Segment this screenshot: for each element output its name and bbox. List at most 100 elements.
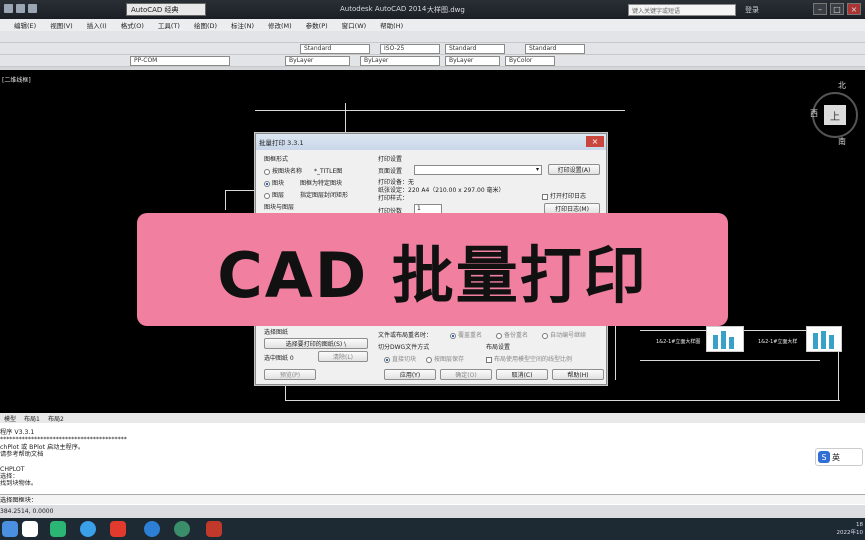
command-input[interactable]: 选择图框块： [0,494,865,504]
frame-sep-label: 图块与图层 [264,204,295,211]
menu-window[interactable]: 窗口(W) [342,20,367,30]
menu-tools[interactable]: 工具(T) [158,20,180,30]
file-name: 大样图.dwg [427,6,465,14]
open-file-icon[interactable] [28,4,37,13]
radio-icon [264,180,270,187]
command-line: 程序 V3.3.1 [0,429,35,436]
search-input[interactable]: 键入关键字或短语 [628,4,736,16]
apply-button[interactable]: 应用(Y) [384,369,436,380]
menu-insert[interactable]: 插入(I) [87,20,107,30]
table-style-combo[interactable]: Standard [445,44,505,54]
radio-overwrite[interactable]: 覆盖重名 [450,330,482,339]
app-icon[interactable] [22,521,38,537]
radio-split-direct[interactable]: 直接切块 [384,354,416,363]
color-combo[interactable]: ByLayer [285,56,350,66]
close-icon[interactable]: × [847,3,861,15]
app-icon[interactable] [50,521,66,537]
app-icon[interactable] [80,521,96,537]
workspace-selector[interactable]: AutoCAD 经典 [126,3,206,16]
viewcube-south[interactable]: 南 [838,136,846,147]
app-menu-icon[interactable] [4,4,13,13]
thumbnail-label: 1&2-1#立面大样 [758,339,798,345]
plotstyle-combo[interactable]: ByColor [505,56,555,66]
radio-layer[interactable]: 图层 [264,190,284,199]
select-drawings-button[interactable]: 选择要打印的图纸(S) \ [264,338,368,349]
plot-style-label: 打印样式： [378,195,409,202]
linetype-combo[interactable]: ByLayer [360,56,440,66]
command-line: 请参考帮助文档 [0,451,44,459]
command-line: ****************************************… [0,436,127,444]
text-style-combo[interactable]: Standard [300,44,370,54]
tab-model[interactable]: 模型 [4,414,16,423]
split-label: 切分DWG文件方式 [378,344,430,351]
menu-draw[interactable]: 绘图(D) [194,20,217,30]
help-button[interactable]: 帮助(H) [552,369,604,380]
maximize-icon[interactable]: □ [830,3,844,15]
app-icon[interactable] [174,521,190,537]
viewcube[interactable]: 北 西 上 南 [810,78,860,148]
login-button[interactable]: 登录 [745,5,759,15]
radio-block-by-name[interactable]: 按图块名称 [264,166,302,175]
dialog-close-icon[interactable]: × [586,136,604,147]
page-setup-select[interactable]: ▾ [414,165,542,175]
radio-split-layer[interactable]: 按图层保存 [426,354,464,363]
selected-count: 选中图纸 0 [264,355,294,362]
browser-icon[interactable] [144,521,160,537]
radio-icon [384,356,390,363]
ime-language[interactable]: 英 [832,452,840,463]
radio-backup[interactable]: 备份重名 [496,330,528,339]
radio-autonumber[interactable]: 自动编号继续 [542,330,586,339]
menu-parametric[interactable]: 参数(P) [306,20,328,30]
autocad-icon[interactable] [206,521,222,537]
wps-icon[interactable] [110,521,126,537]
tab-layout2[interactable]: 布局2 [48,414,64,423]
drawing-line [225,190,226,210]
radio-icon [450,332,456,339]
menu-dimension[interactable]: 标注(N) [231,20,254,30]
command-line: CHPLOT [0,465,25,473]
command-line [0,459,865,466]
radio-block[interactable]: 图块 [264,178,284,187]
preview-button[interactable]: 预览(P) [264,369,316,380]
dim-style-combo[interactable]: ISO-25 [380,44,440,54]
select-group-label: 选择图纸 [264,329,289,336]
cancel-button[interactable]: 取消(C) [496,369,548,380]
radio-icon [542,332,548,339]
layer-desc: 指定图层封闭矩形 [300,192,349,199]
title-banner: CAD 批量打印 [137,213,728,326]
clear-button[interactable]: 清除(L) [318,351,368,362]
page-setup-button[interactable]: 打印设置(A) [548,164,600,175]
layout-linetype-checkbox[interactable]: 布局使用模型空间的线型比例 [486,354,572,363]
layer-combo[interactable]: PP-COM [130,56,230,66]
block-name-value: *_TITLE图 [314,168,343,175]
print-group-label: 打印设置 [378,156,403,163]
menu-help[interactable]: 帮助(H) [380,20,403,30]
menu-modify[interactable]: 修改(M) [268,20,292,30]
ok-button[interactable]: 确定(O) [440,369,492,380]
title-bar: AutoCAD 经典 Autodesk AutoCAD 2014 大样图.dwg… [0,0,865,19]
command-line: 找到块物体。 [0,480,38,488]
minimize-icon[interactable]: – [813,3,827,15]
page-setup-label: 页面设置 [378,168,403,175]
viewcube-top-face[interactable]: 上 [824,105,846,125]
viewport-label[interactable]: [二维线框] [2,75,31,84]
ime-toolbar[interactable]: S 英 [815,448,863,466]
start-icon[interactable] [2,521,18,537]
viewcube-north[interactable]: 北 [838,80,846,91]
new-file-icon[interactable] [16,4,25,13]
menu-format[interactable]: 格式(O) [121,20,144,30]
mleader-style-combo[interactable]: Standard [525,44,585,54]
drawing-line [255,110,625,111]
clock-date: 2022年10 [836,530,864,536]
menu-view[interactable]: 视图(V) [50,20,73,30]
clock[interactable]: 18 2022年10 [837,521,864,537]
lineweight-combo[interactable]: ByLayer [445,56,500,66]
open-log-checkbox[interactable]: 打开打印日志 [542,191,586,200]
drawing-line [285,400,840,401]
radio-icon [426,356,432,363]
tab-layout1[interactable]: 布局1 [24,414,40,423]
styles-toolbar: Standard ISO-25 Standard Standard [0,43,865,55]
viewcube-west[interactable]: 西 [810,108,818,119]
drawing-line [225,190,255,191]
menu-edit[interactable]: 编辑(E) [14,20,36,30]
